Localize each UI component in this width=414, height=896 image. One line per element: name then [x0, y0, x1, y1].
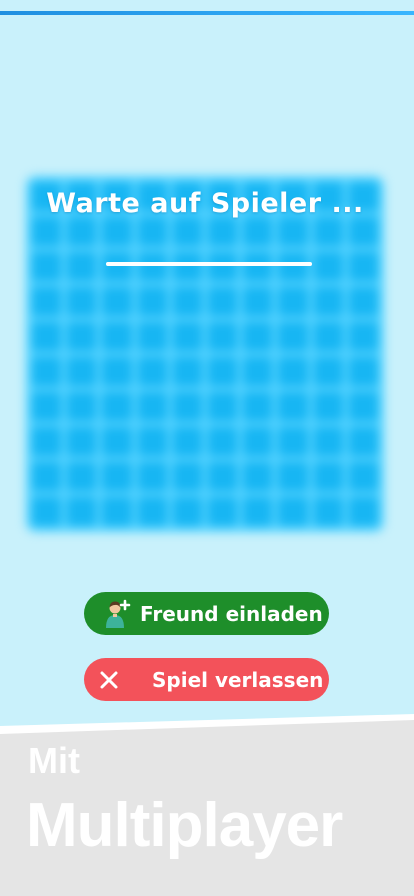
top-accent-line	[0, 11, 414, 15]
invite-friend-label: Freund einladen	[140, 601, 323, 626]
add-friend-icon	[102, 598, 134, 630]
promo-line-1: Mit	[28, 740, 80, 781]
promo-line-2: Multiplayer	[26, 791, 343, 860]
leave-game-label: Spiel verlassen	[152, 667, 324, 692]
leave-game-button[interactable]: Spiel verlassen	[84, 658, 329, 701]
close-icon	[96, 667, 122, 693]
waiting-text: Warte auf Spieler ...	[46, 188, 364, 219]
waiting-overlay: Warte auf Spieler ...	[26, 176, 384, 532]
top-bar	[0, 0, 414, 16]
waiting-progress-fill	[106, 262, 312, 266]
waiting-progress-bar	[106, 262, 312, 266]
invite-friend-button[interactable]: Freund einladen	[84, 592, 329, 635]
